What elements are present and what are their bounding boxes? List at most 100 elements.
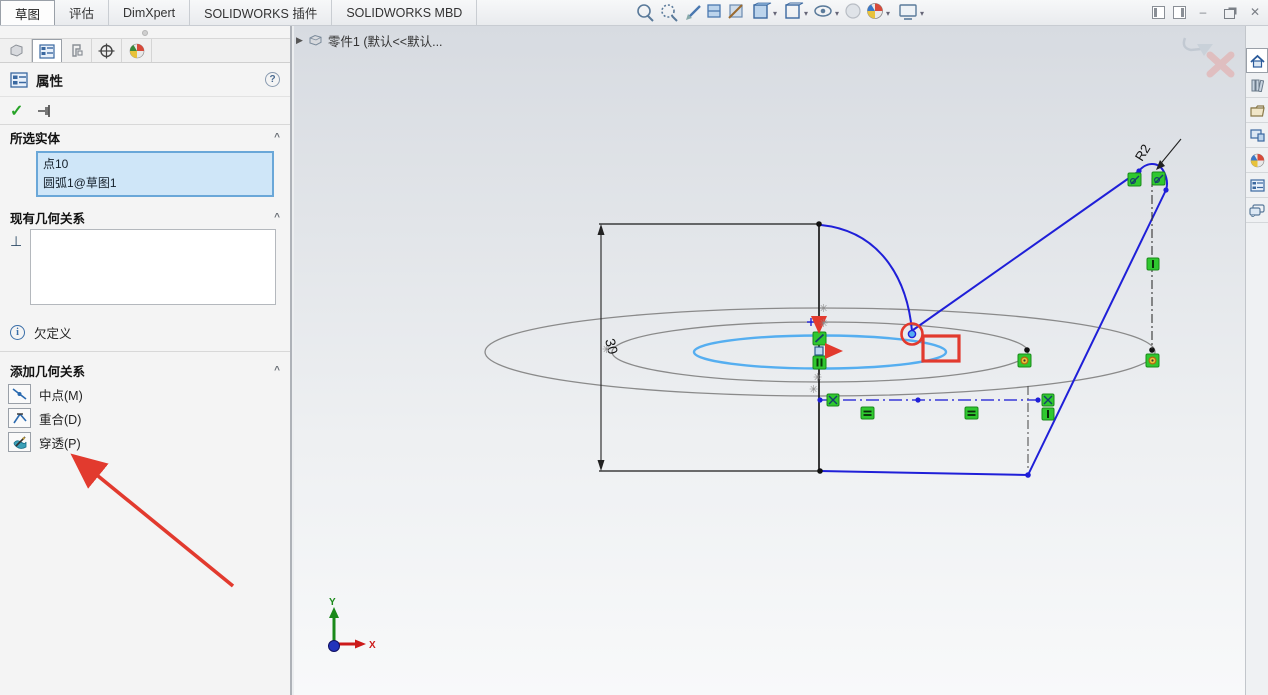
axis-y-label: Y (329, 597, 336, 608)
minimize-button[interactable]: – (1194, 3, 1212, 21)
svg-text:▾: ▾ (804, 9, 808, 18)
view-palette-icon (1250, 128, 1265, 142)
zoom-fit-icon[interactable] (638, 5, 653, 21)
selected-entities-listbox[interactable]: 点10 圆弧1@草图1 (36, 151, 274, 197)
section-view-icon[interactable] (708, 5, 720, 17)
panel-title: 属性 (36, 70, 63, 90)
selected-entity-item[interactable]: 圆弧1@草图1 (43, 174, 267, 193)
sketch-view-icon[interactable] (729, 5, 742, 18)
sketch-blue-profile[interactable] (820, 164, 1167, 475)
svg-text:▾: ▾ (920, 9, 924, 18)
help-icon[interactable]: ? (265, 72, 280, 87)
tab-solidworks-addins[interactable]: SOLIDWORKS 插件 (190, 0, 332, 25)
selected-entities-header[interactable]: 所选实体 ^ (0, 125, 290, 149)
view-settings-icon[interactable]: ▾ (900, 5, 924, 19)
pierce-icon (11, 435, 29, 450)
custom-properties-button[interactable] (1246, 173, 1268, 198)
coincident-relation-icon (1042, 394, 1054, 406)
display-style-icon[interactable]: ▾ (786, 3, 808, 18)
axis-x-label: X (369, 640, 376, 651)
tab-dimxpertmanager[interactable] (92, 39, 122, 62)
svg-text:✳: ✳ (809, 384, 818, 396)
status-row: i 欠定义 (0, 313, 290, 352)
configuration-icon (69, 43, 85, 58)
relation-badges (813, 172, 1165, 420)
restore-button[interactable] (1220, 3, 1238, 21)
appearances-button[interactable] (1246, 148, 1268, 173)
svg-text:✳: ✳ (602, 344, 611, 356)
view-orientation-icon[interactable]: ▾ (754, 3, 777, 18)
svg-text:▾: ▾ (886, 9, 890, 18)
existing-relations-title: 现有几何关系 (10, 208, 85, 227)
tab-configurationmanager[interactable] (62, 39, 92, 62)
title-bar: 草图 评估 DimXpert SOLIDWORKS 插件 SOLIDWORKS … (0, 0, 1268, 26)
books-icon (1250, 78, 1264, 92)
tab-featuremanager[interactable] (2, 39, 32, 62)
display-pie-icon (129, 43, 145, 59)
file-explorer-button[interactable] (1246, 98, 1268, 123)
view-palette-button[interactable] (1246, 123, 1268, 148)
chevron-up-icon: ^ (274, 365, 280, 376)
selected-entity-item[interactable]: 点10 (43, 155, 267, 174)
tab-solidworks-mbd[interactable]: SOLIDWORKS MBD (332, 0, 477, 25)
equal-relation-icon (861, 407, 874, 419)
info-icon: i (10, 325, 25, 340)
existing-relations-listbox[interactable] (30, 229, 276, 305)
vertical-relation-icon (1042, 408, 1054, 420)
sketch-black-lines[interactable] (599, 224, 820, 471)
panel-top-strip (0, 26, 290, 39)
svg-text:▾: ▾ (835, 9, 839, 18)
graphics-area[interactable]: ▶ 零件1 (默认<<默认... (294, 26, 1245, 695)
panel-collapse-handle[interactable] (142, 30, 148, 36)
edit-appearance-icon[interactable] (846, 4, 860, 18)
existing-relations-header[interactable]: 现有几何关系 ^ (0, 205, 290, 229)
svg-text:✳: ✳ (819, 303, 828, 315)
chevron-up-icon: ^ (274, 212, 280, 223)
sketch-canvas[interactable]: 30 R2 (294, 26, 1245, 695)
collapse-left-pane-icon[interactable] (1152, 6, 1165, 19)
property-manager-panel: 属性 ? ✓ 所选实体 ^ 点10 圆弧1@草图1 现有几何关系 ^ ⊥ i 欠… (0, 26, 292, 695)
forum-button[interactable] (1246, 198, 1268, 223)
svg-text:▾: ▾ (773, 9, 777, 18)
svg-text:✳: ✳ (813, 372, 822, 384)
definition-status: 欠定义 (34, 323, 72, 342)
midpoint-relation-button[interactable]: 中点(M) (0, 382, 290, 406)
pierce-label: 穿透(P) (39, 433, 81, 452)
home-button[interactable] (1246, 48, 1268, 73)
part-icon (8, 43, 25, 58)
properties-icon (10, 72, 28, 88)
collapse-right-pane-icon[interactable] (1173, 6, 1186, 19)
task-pane (1245, 26, 1268, 695)
property-list-icon (39, 44, 55, 59)
svg-text:✳: ✳ (819, 318, 828, 330)
tangent-relation-icon (1128, 173, 1141, 186)
heads-up-toolbar: ▾ ▾ ▾ ▾ ▾ (632, 0, 942, 26)
tab-displaymanager[interactable] (122, 39, 152, 62)
panel-actions: ✓ (0, 97, 290, 125)
pin-icon[interactable] (37, 104, 55, 118)
close-button[interactable]: ✕ (1246, 3, 1264, 21)
ok-button[interactable]: ✓ (10, 101, 23, 121)
vertical-relation-icon (1147, 258, 1159, 270)
coordinate-triad: Y X (329, 597, 377, 652)
appearance-sphere-icon (1250, 153, 1265, 168)
parallel-relation-icon (813, 356, 826, 369)
panel-header: 属性 ? (0, 63, 290, 97)
coincident-relation-button[interactable]: 重合(D) (0, 406, 290, 430)
tangent-relation-icon (813, 332, 826, 345)
centerline-horizontal[interactable] (817, 397, 1040, 402)
zoom-area-icon[interactable] (662, 5, 677, 21)
pierce-relation-button[interactable]: 穿透(P) (0, 430, 290, 454)
hide-show-items-icon[interactable]: ▾ (815, 6, 839, 18)
tab-dimxpert[interactable]: DimXpert (109, 0, 190, 25)
add-relations-header[interactable]: 添加几何关系 ^ (0, 358, 290, 382)
fix-relation-icon (1018, 354, 1031, 367)
apply-scene-icon[interactable]: ▾ (868, 4, 891, 19)
midpoint-label: 中点(M) (39, 385, 83, 404)
tab-sketch[interactable]: 草图 (0, 0, 55, 25)
tab-evaluate[interactable]: 评估 (55, 0, 109, 25)
equal-relation-icon (965, 407, 978, 419)
previous-view-icon[interactable] (686, 6, 700, 20)
design-library-button[interactable] (1246, 73, 1268, 98)
tab-propertymanager[interactable] (32, 39, 62, 62)
